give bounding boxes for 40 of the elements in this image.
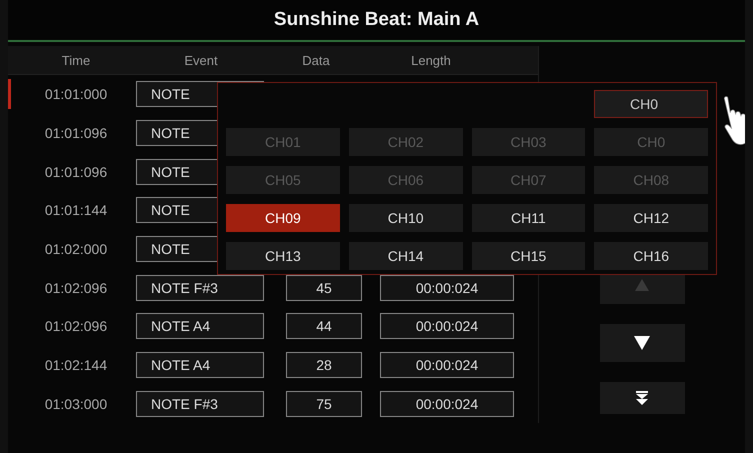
data-field[interactable]: 28 bbox=[286, 352, 362, 378]
up-triangle-icon bbox=[635, 279, 649, 291]
scroll-to-end-button[interactable] bbox=[600, 382, 684, 414]
length-field[interactable]: 00:00:024 bbox=[380, 352, 514, 378]
column-header: Data bbox=[301, 52, 331, 68]
channel-button[interactable]: CH15 bbox=[472, 242, 586, 270]
time-cell[interactable]: 01:01:144 bbox=[16, 202, 136, 218]
double-down-arrow-icon bbox=[636, 391, 648, 405]
length-field[interactable]: 00:00:024 bbox=[380, 390, 514, 417]
scroll-down-button[interactable] bbox=[600, 324, 684, 362]
length-field[interactable]: 00:00:024 bbox=[380, 313, 514, 340]
time-cell[interactable]: 01:03:000 bbox=[16, 396, 136, 412]
data-field[interactable]: 75 bbox=[286, 390, 362, 417]
time-cell[interactable]: 01:02:096 bbox=[16, 318, 136, 334]
time-cell[interactable]: 01:02:096 bbox=[16, 280, 136, 296]
length-field[interactable]: 00:00:024 bbox=[380, 274, 514, 301]
event-field[interactable]: NOTE F#3 bbox=[136, 390, 264, 417]
event-field[interactable]: NOTE F#3 bbox=[136, 274, 264, 301]
column-header: Length bbox=[410, 52, 452, 68]
data-field[interactable]: 45 bbox=[286, 274, 362, 301]
column-header: Time bbox=[60, 52, 92, 68]
channel-button[interactable]: CH13 bbox=[226, 242, 340, 270]
window-title: Sunshine Beat: Main A bbox=[274, 9, 480, 31]
current-channel-button[interactable]: CH0 bbox=[594, 90, 708, 118]
channel-button[interactable]: CH10 bbox=[348, 204, 462, 232]
data-field[interactable]: 44 bbox=[286, 313, 362, 340]
time-cell[interactable]: 01:02:000 bbox=[16, 241, 136, 258]
column-header: Event bbox=[183, 52, 219, 68]
time-cell[interactable]: 01:01:096 bbox=[16, 125, 136, 142]
event-field[interactable]: NOTE A4 bbox=[136, 313, 264, 340]
channel-button[interactable]: CH11 bbox=[472, 204, 586, 232]
time-cell[interactable]: 01:02:144 bbox=[16, 357, 136, 374]
time-cell[interactable]: 01:01:000 bbox=[16, 86, 136, 102]
channel-button[interactable]: CH16 bbox=[594, 242, 708, 270]
event-field[interactable]: NOTE A4 bbox=[136, 352, 264, 378]
time-cell[interactable]: 01:01:096 bbox=[16, 164, 136, 180]
channel-button[interactable]: CH14 bbox=[348, 242, 462, 270]
channel-button[interactable]: CH09 bbox=[226, 204, 340, 232]
down-triangle-icon bbox=[634, 336, 650, 350]
channel-button[interactable]: CH12 bbox=[594, 204, 708, 232]
